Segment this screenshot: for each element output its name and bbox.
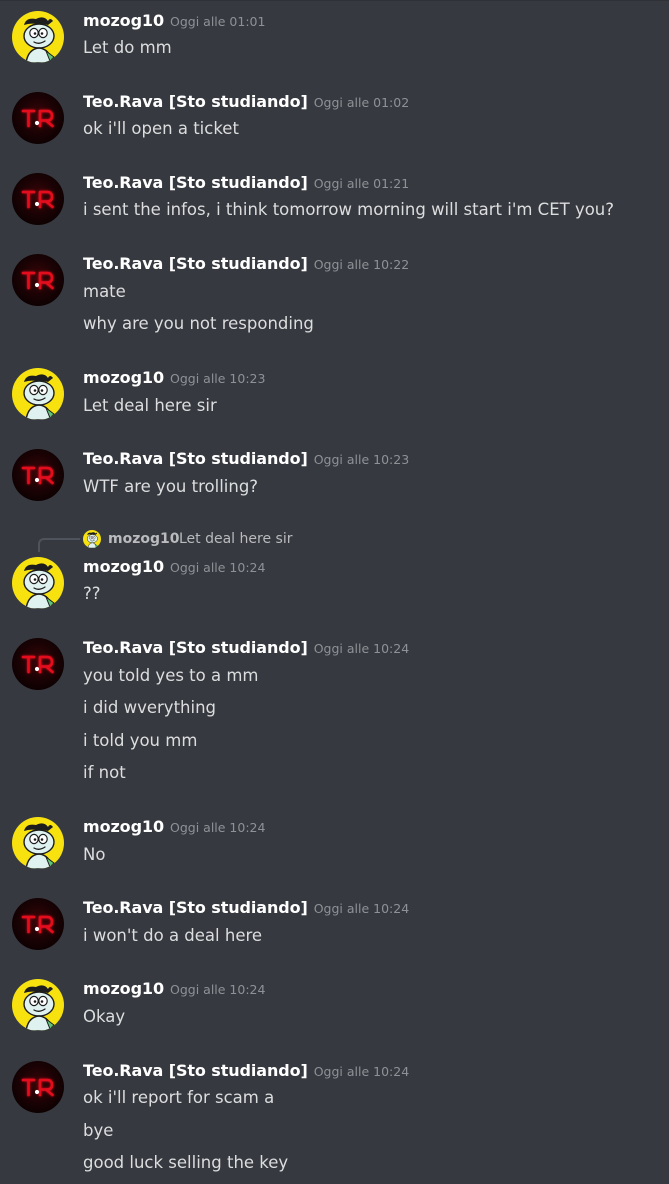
message-text: bye bbox=[83, 1121, 114, 1140]
message-timestamp: Oggi alle 10:24 bbox=[313, 641, 410, 656]
yellow-cartoon-avatar-icon[interactable] bbox=[12, 979, 64, 1031]
tr-logo-avatar-icon[interactable] bbox=[12, 1061, 64, 1113]
tr-logo-avatar-icon[interactable] bbox=[12, 638, 64, 690]
message-text: Okay bbox=[83, 1007, 126, 1026]
yellow-cartoon-avatar-icon[interactable] bbox=[12, 368, 64, 420]
tr-logo-avatar-icon[interactable] bbox=[12, 449, 64, 501]
message-text: mate bbox=[83, 282, 126, 301]
yellow-cartoon-avatar-icon[interactable] bbox=[12, 817, 64, 869]
message-author[interactable]: mozog10 bbox=[83, 979, 164, 998]
reply-connector bbox=[38, 538, 80, 552]
message-author[interactable]: Teo.Rava [Sto studiando] bbox=[83, 449, 308, 468]
message-timestamp: Oggi alle 10:24 bbox=[313, 901, 410, 916]
message-timestamp: Oggi alle 10:22 bbox=[313, 257, 410, 272]
message-text: WTF are you trolling? bbox=[83, 477, 259, 496]
message-timestamp: Oggi alle 01:21 bbox=[313, 176, 410, 191]
message-timestamp: Oggi alle 01:01 bbox=[170, 14, 266, 29]
message-text: i did wverything bbox=[83, 698, 217, 717]
message-timestamp: Oggi alle 10:24 bbox=[313, 1064, 410, 1079]
message-author[interactable]: mozog10 bbox=[83, 557, 164, 576]
tr-logo-avatar-icon[interactable] bbox=[12, 254, 64, 306]
message-author[interactable]: Teo.Rava [Sto studiando] bbox=[83, 254, 308, 273]
message-text: if not bbox=[83, 763, 126, 782]
message-text: Let deal here sir bbox=[83, 396, 217, 415]
message-text: good luck selling the key bbox=[83, 1153, 289, 1172]
message-author[interactable]: Teo.Rava [Sto studiando] bbox=[83, 92, 308, 111]
message-author[interactable]: Teo.Rava [Sto studiando] bbox=[83, 898, 308, 917]
tr-logo-avatar-icon[interactable] bbox=[12, 898, 64, 950]
reply-author[interactable]: mozog10 bbox=[108, 531, 179, 547]
message-text: ok i'll report for scam a bbox=[83, 1088, 275, 1107]
message-author[interactable]: Teo.Rava [Sto studiando] bbox=[83, 638, 308, 657]
yellow-cartoon-avatar-icon[interactable] bbox=[12, 11, 64, 63]
yellow-cartoon-avatar-icon[interactable] bbox=[12, 557, 64, 609]
message-text: No bbox=[83, 845, 106, 864]
message-text: i won't do a deal here bbox=[83, 926, 263, 945]
message-timestamp: Oggi alle 10:23 bbox=[170, 371, 266, 386]
message-timestamp: Oggi alle 10:24 bbox=[170, 560, 266, 575]
message-text: i sent the infos, i think tomorrow morni… bbox=[83, 200, 615, 219]
message-text: ?? bbox=[83, 584, 101, 603]
message-author[interactable]: Teo.Rava [Sto studiando] bbox=[83, 173, 308, 192]
message-text: Let do mm bbox=[83, 38, 172, 57]
message-author[interactable]: mozog10 bbox=[83, 817, 164, 836]
message-author[interactable]: mozog10 bbox=[83, 11, 164, 30]
tr-logo-avatar-icon[interactable] bbox=[12, 92, 64, 144]
message-timestamp: Oggi alle 10:24 bbox=[170, 820, 266, 835]
message-text: you told yes to a mm bbox=[83, 666, 259, 685]
reply-text: Let deal here sir bbox=[179, 531, 293, 547]
tr-logo-avatar-icon[interactable] bbox=[12, 173, 64, 225]
message-timestamp: Oggi alle 10:23 bbox=[313, 452, 410, 467]
message-timestamp: Oggi alle 01:02 bbox=[313, 95, 410, 110]
message-timestamp: Oggi alle 10:24 bbox=[170, 982, 266, 997]
message-author[interactable]: Teo.Rava [Sto studiando] bbox=[83, 1061, 308, 1080]
message-text: ok i'll open a ticket bbox=[83, 119, 239, 138]
message-text: i told you mm bbox=[83, 731, 198, 750]
message-text: why are you not responding bbox=[83, 314, 314, 333]
yellow-cartoon-avatar-icon bbox=[83, 530, 101, 548]
message-author[interactable]: mozog10 bbox=[83, 368, 164, 387]
chat-message-list: mozog10 Oggi alle 01:01 Let do mm Teo.Rav… bbox=[0, 0, 669, 1184]
